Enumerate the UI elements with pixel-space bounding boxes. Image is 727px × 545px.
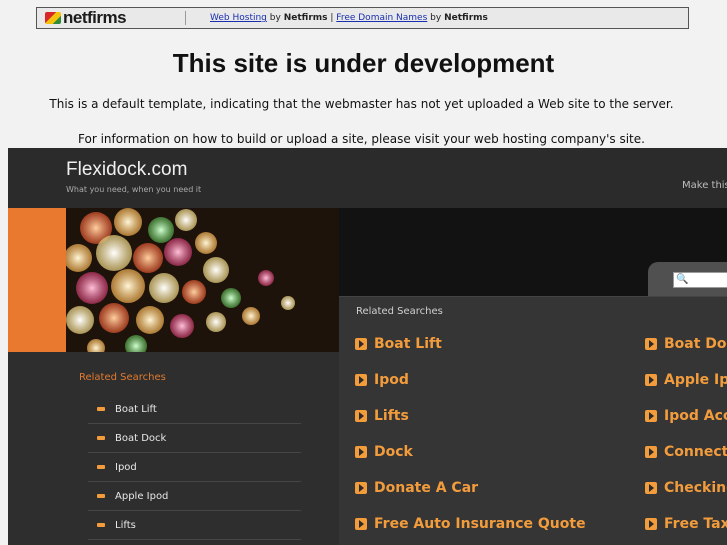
- result-link-apple-ipod[interactable]: Apple Ipo: [645, 372, 727, 388]
- result-link-label: Donate A Car: [374, 480, 479, 496]
- orange-arrow-icon: [355, 374, 367, 386]
- related-searches-heading: Related Searches: [356, 306, 443, 317]
- netfirms-separator-line: [185, 11, 186, 25]
- left-item-boat-dock[interactable]: Boat Dock: [88, 424, 301, 453]
- orange-arrow-icon: [355, 446, 367, 458]
- result-link-ipod[interactable]: Ipod: [355, 372, 409, 388]
- notice-line-2: For information on how to build or uploa…: [78, 132, 645, 146]
- orange-arrow-icon: [645, 518, 657, 530]
- result-link-free-tax[interactable]: Free Tax: [645, 516, 727, 532]
- result-link-boat-dock[interactable]: Boat Doc: [645, 336, 727, 352]
- netfirms-brand-1: Netfirms: [283, 13, 328, 23]
- left-item-apple-ipod[interactable]: Apple Ipod: [88, 482, 301, 511]
- result-link-label: Ipod: [374, 372, 409, 388]
- site-name[interactable]: Flexidock.com: [66, 159, 187, 181]
- free-domain-names-link[interactable]: Free Domain Names: [336, 13, 427, 23]
- orange-dash-icon: [97, 465, 105, 469]
- netfirms-brand-2: Netfirms: [444, 13, 488, 23]
- result-link-connector[interactable]: Connecto: [645, 444, 727, 460]
- orange-arrow-icon: [645, 410, 657, 422]
- orange-arrow-icon: [645, 446, 657, 458]
- left-related-heading: Related Searches: [79, 372, 166, 383]
- orange-arrow-icon: [645, 482, 657, 494]
- notice-line-1: This is a default template, indicating t…: [49, 97, 674, 111]
- search-icon: 🔍: [676, 274, 689, 285]
- result-link-label: Boat Doc: [664, 336, 727, 352]
- left-item-ipod[interactable]: Ipod: [88, 453, 301, 482]
- site-tagline: What you need, when you need it: [66, 185, 202, 194]
- web-hosting-link[interactable]: Web Hosting: [210, 13, 267, 23]
- orange-dash-icon: [97, 407, 105, 411]
- parked-page: Flexidock.com What you need, when you ne…: [8, 148, 727, 545]
- netfirms-bar: netfirms Web Hosting by Netfirms | Free …: [36, 7, 689, 29]
- orange-arrow-icon: [645, 374, 657, 386]
- orange-arrow-icon: [645, 338, 657, 350]
- left-item-label: Boat Dock: [115, 432, 167, 444]
- orange-dash-icon: [97, 436, 105, 440]
- orange-dash-icon: [97, 523, 105, 527]
- left-item-label: Lifts: [115, 519, 136, 531]
- bokeh-lights-image: [66, 208, 339, 352]
- left-item-label: Boat Lift: [115, 403, 157, 415]
- result-link-donate-a-car[interactable]: Donate A Car: [355, 480, 478, 496]
- pipe-separator: |: [330, 13, 334, 23]
- result-link-ipod-accessories[interactable]: Ipod Acc: [645, 408, 727, 424]
- parked-header: Flexidock.com What you need, when you ne…: [8, 148, 727, 208]
- bokeh-svg: [66, 208, 339, 352]
- result-link-boat-lift[interactable]: Boat Lift: [355, 336, 442, 352]
- orange-accent-block: [8, 208, 66, 352]
- result-link-label: Boat Lift: [374, 336, 442, 352]
- netfirms-flag-icon: [45, 12, 61, 24]
- netfirms-links: Web Hosting by Netfirms | Free Domain Na…: [210, 13, 488, 23]
- orange-dash-icon: [97, 494, 105, 498]
- left-item-boat-lift[interactable]: Boat Lift: [88, 395, 301, 424]
- by-text-2: by: [430, 13, 442, 23]
- result-link-label: Checking: [664, 480, 727, 496]
- result-link-label: Free Auto Insurance Quote: [374, 516, 586, 532]
- result-link-label: Apple Ipo: [664, 372, 727, 388]
- search-input[interactable]: 🔍: [673, 272, 727, 288]
- result-link-label: Ipod Acc: [664, 408, 727, 424]
- result-link-label: Lifts: [374, 408, 409, 424]
- left-item-label: Apple Ipod: [115, 490, 169, 502]
- make-offer-link[interactable]: Make this: [682, 180, 727, 191]
- result-link-checking[interactable]: Checking: [645, 480, 727, 496]
- by-text-1: by: [269, 13, 281, 23]
- netfirms-logo[interactable]: netfirms: [37, 8, 175, 28]
- result-link-label: Connecto: [664, 444, 727, 460]
- netfirms-logo-text: netfirms: [63, 8, 127, 27]
- orange-arrow-icon: [355, 410, 367, 422]
- orange-arrow-icon: [355, 338, 367, 350]
- result-link-free-auto-insurance-quote[interactable]: Free Auto Insurance Quote: [355, 516, 586, 532]
- left-item-label: Ipod: [115, 461, 137, 473]
- orange-arrow-icon: [355, 482, 367, 494]
- page-title: This site is under development: [172, 48, 555, 78]
- result-link-lifts[interactable]: Lifts: [355, 408, 409, 424]
- result-link-label: Free Tax: [664, 516, 727, 532]
- result-link-label: Dock: [374, 444, 413, 460]
- orange-arrow-icon: [355, 518, 367, 530]
- left-item-lifts[interactable]: Lifts: [88, 511, 301, 540]
- result-link-dock[interactable]: Dock: [355, 444, 413, 460]
